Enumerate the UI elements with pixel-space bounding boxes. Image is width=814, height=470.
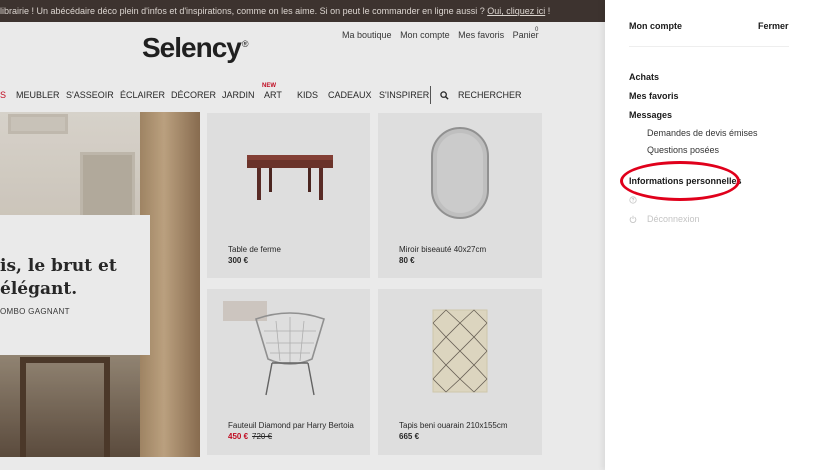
power-icon (629, 215, 637, 223)
menu-item-help[interactable] (629, 195, 647, 205)
menu-item-messages[interactable]: Messages (629, 110, 672, 120)
account-drawer: Mon compte Fermer Achats Mes favoris Mes… (605, 0, 814, 470)
page-dim-overlay[interactable] (0, 0, 605, 470)
logout-label: Déconnexion (647, 214, 700, 224)
menu-item-logout[interactable]: Déconnexion (629, 214, 700, 224)
menu-item-informations-personnelles[interactable]: Informations personnelles (629, 176, 742, 186)
submenu-item-demandes-devis[interactable]: Demandes de devis émises (647, 128, 758, 138)
submenu-item-questions-posees[interactable]: Questions posées (647, 145, 719, 155)
menu-item-mes-favoris[interactable]: Mes favoris (629, 91, 679, 101)
close-button[interactable]: Fermer (758, 21, 789, 31)
drawer-title: Mon compte (629, 21, 682, 31)
divider (629, 46, 789, 47)
help-circle-icon (629, 196, 637, 204)
menu-item-achats[interactable]: Achats (629, 72, 659, 82)
